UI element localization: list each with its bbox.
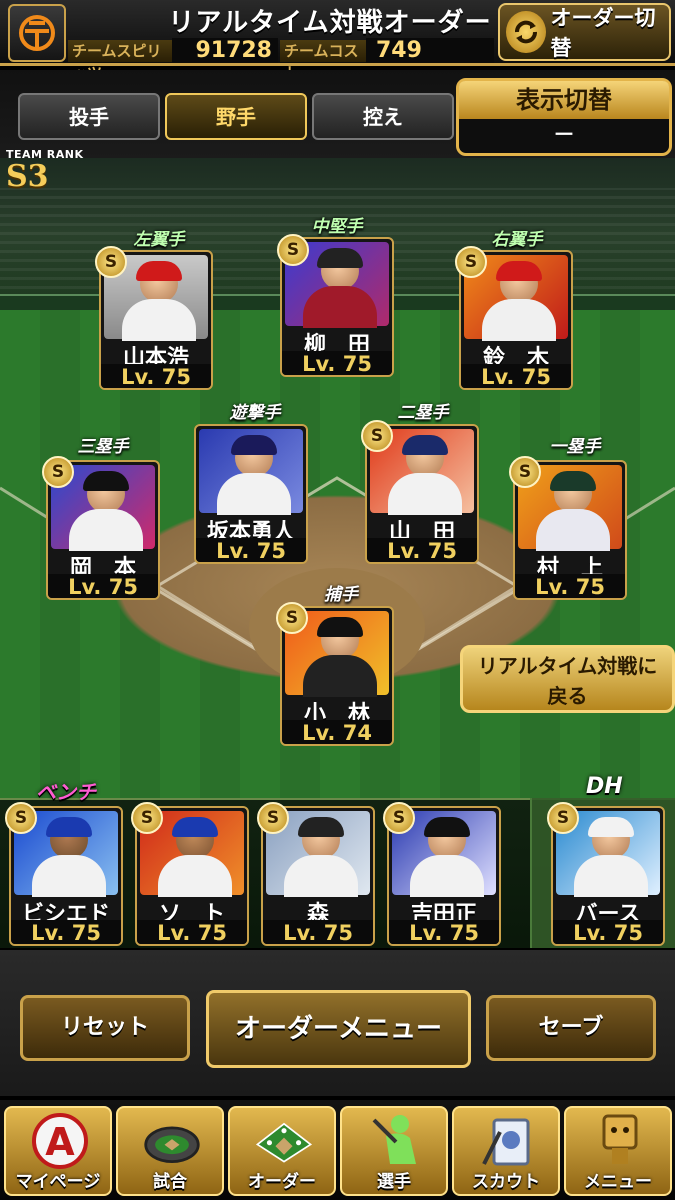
save-button[interactable]: セーブ [486, 995, 656, 1061]
s-rank-badge-icon: S [42, 456, 74, 488]
display-switch-label: 表示切替 [459, 81, 669, 119]
s-rank-badge-icon: S [95, 246, 127, 278]
player-level: Lv. 74 [282, 720, 392, 744]
nav-menu[interactable]: メニュー [564, 1106, 672, 1196]
nav-label: オーダー [248, 1172, 316, 1192]
team-cost-label: チームコスト [280, 40, 366, 82]
s-rank-badge-icon: S [277, 234, 309, 266]
swap-icon [506, 11, 546, 53]
team-logo-icon [19, 15, 55, 51]
s-rank-badge-icon: S [257, 802, 289, 834]
nav-label: メニュー [584, 1172, 652, 1192]
nav-label: 選手 [377, 1172, 411, 1192]
team-spirit-value: 91728 [172, 38, 278, 63]
team-spirit-label: チームスピリッツ [68, 40, 172, 82]
mypage-a-icon: A [30, 1112, 90, 1170]
team-logo [8, 4, 66, 62]
tab-pitchers[interactable]: 投手 [18, 93, 160, 140]
order-switch-label: オーダー切替 [550, 6, 656, 60]
player-level: Lv. 75 [196, 538, 306, 562]
s-rank-badge-icon: S [361, 420, 393, 452]
nav-scout[interactable]: スカウト [452, 1106, 560, 1196]
player-level: Lv. 75 [461, 364, 571, 388]
player-level: Lv. 75 [389, 920, 499, 944]
player-level: Lv. 75 [48, 574, 158, 598]
player-level: Lv. 75 [515, 574, 625, 598]
field-icon [254, 1112, 314, 1170]
s-rank-badge-icon: S [5, 802, 37, 834]
s-rank-badge-icon: S [509, 456, 541, 488]
order-switch-button[interactable]: オーダー切替 [498, 3, 671, 61]
team-cost-value: 749 [366, 38, 494, 63]
player-level: Lv. 75 [553, 920, 663, 944]
player-level: Lv. 75 [101, 364, 211, 388]
page-title: リアルタイム対戦オーダー [168, 8, 492, 38]
tab-fielders[interactable]: 野手 [165, 93, 307, 140]
position-label-1b: 一塁手 [549, 437, 601, 457]
back-button-line1: リアルタイム対戦に [477, 654, 658, 678]
player-level: Lv. 75 [137, 920, 247, 944]
nav-label: 試合 [153, 1172, 187, 1192]
player-level: Lv. 75 [367, 538, 477, 562]
bench-label: ベンチ [36, 780, 96, 804]
nav-mypage[interactable]: A マイページ [4, 1106, 112, 1196]
s-rank-badge-icon: S [276, 602, 308, 634]
nav-label: マイページ [15, 1172, 101, 1192]
dh-label: DH [586, 774, 623, 799]
nav-label: スカウト [472, 1172, 540, 1192]
display-switch-button[interactable]: 表示切替 － [456, 78, 672, 156]
nav-players[interactable]: 選手 [340, 1106, 448, 1196]
nav-order[interactable]: オーダー [228, 1106, 336, 1196]
position-label-3b: 三塁手 [77, 437, 129, 457]
player-level: Lv. 75 [11, 920, 121, 944]
header: リアルタイム対戦オーダー チームスピリッツ 91728 チームコスト 749 オ… [0, 0, 675, 82]
position-label-ss: 遊撃手 [229, 403, 281, 423]
s-rank-badge-icon: S [547, 802, 579, 834]
back-to-realtime-battle-button[interactable]: リアルタイム対戦に 戻る [460, 645, 675, 713]
stadium-icon [142, 1112, 202, 1170]
player-portrait [199, 429, 303, 515]
svg-text:A: A [45, 1120, 75, 1164]
tab-reserves[interactable]: 控え [312, 93, 454, 140]
team-rank: TEAM RANK S3 [6, 148, 106, 204]
player-level: Lv. 75 [282, 351, 392, 375]
reset-button[interactable]: リセット [20, 995, 190, 1061]
s-rank-badge-icon: S [131, 802, 163, 834]
player-card-ss[interactable]: 坂本勇人 Lv. 75 [194, 424, 308, 564]
scout-icon [478, 1112, 538, 1170]
position-label-c: 捕手 [324, 585, 358, 605]
menu-box-character-icon [590, 1112, 650, 1170]
nav-match[interactable]: 試合 [116, 1106, 224, 1196]
display-switch-value: － [552, 123, 575, 148]
player-level: Lv. 75 [263, 920, 373, 944]
team-rank-value: S3 [6, 159, 49, 194]
back-button-line2: 戻る [547, 684, 588, 708]
s-rank-badge-icon: S [455, 246, 487, 278]
batter-icon [366, 1112, 426, 1170]
s-rank-badge-icon: S [383, 802, 415, 834]
order-menu-button[interactable]: オーダーメニュー [206, 990, 471, 1068]
